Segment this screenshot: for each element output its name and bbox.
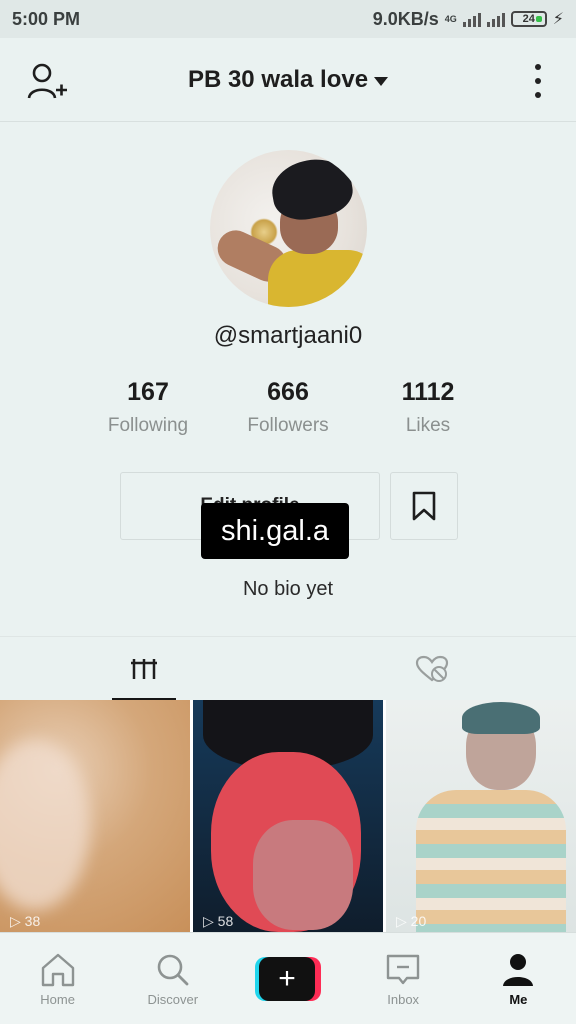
nav-inbox[interactable]: Inbox xyxy=(346,933,461,1024)
nav-home[interactable]: Home xyxy=(0,933,115,1024)
charging-icon: ⚡ xyxy=(552,11,564,28)
profile-stats: 167 Following 666 Followers 1112 Likes xyxy=(78,378,498,440)
bio-text: No bio yet xyxy=(242,578,334,600)
home-icon xyxy=(41,953,74,986)
content-tabs xyxy=(0,636,576,701)
status-bar: 5:00 PM 9.0KB/s 4G 24 ⚡ xyxy=(0,0,576,38)
grid-icon xyxy=(131,659,157,679)
stat-value: 666 xyxy=(267,378,309,406)
more-options-icon[interactable] xyxy=(530,64,546,98)
stat-label: Following xyxy=(107,415,189,436)
status-indicators: 9.0KB/s 4G 24 ⚡ xyxy=(373,9,564,30)
signal-2-icon xyxy=(486,11,505,27)
signal-icon xyxy=(462,11,481,27)
video-thumbnail[interactable]: ▷ 38 xyxy=(0,700,190,932)
status-time: 5:00 PM xyxy=(12,8,81,29)
bottom-nav: Home Discover + Inbox Me xyxy=(0,932,576,1024)
play-icon: ▷ 58 xyxy=(203,913,234,929)
hidden-heart-icon xyxy=(415,655,449,682)
nav-create[interactable]: + xyxy=(230,933,345,1024)
play-icon: ▷ 38 xyxy=(10,913,41,929)
video-views: 58 xyxy=(217,913,234,929)
tab-videos[interactable] xyxy=(0,637,288,701)
battery-icon: 24 xyxy=(510,11,547,27)
search-icon xyxy=(157,954,189,985)
profile-header: PB 30 wala love xyxy=(0,38,576,122)
nav-me[interactable]: Me xyxy=(461,933,576,1024)
nav-label: Home xyxy=(40,991,75,1007)
account-switcher[interactable]: PB 30 wala love xyxy=(187,65,389,94)
chevron-down-icon xyxy=(374,76,389,86)
stat-followers[interactable]: 666 Followers xyxy=(218,378,358,440)
username: @smartjaani0 xyxy=(213,322,363,349)
nav-label: Discover xyxy=(147,991,199,1007)
favorites-button[interactable] xyxy=(390,472,458,540)
network-type: 4G xyxy=(444,14,457,24)
stat-label: Likes xyxy=(405,415,451,436)
network-speed: 9.0KB/s xyxy=(372,8,439,29)
bookmark-icon xyxy=(412,491,436,521)
plus-icon: + xyxy=(254,957,321,1001)
video-grid: ▷ 38 ▷ 58 ▷ 20 xyxy=(0,700,576,932)
profile-icon xyxy=(503,953,534,986)
play-icon: ▷ 20 xyxy=(396,913,427,929)
overlay-caption: shi.gal.a xyxy=(201,503,349,559)
stat-likes: 1112 Likes xyxy=(358,378,498,440)
video-thumbnail[interactable]: ▷ 58 xyxy=(193,700,383,932)
add-user-icon[interactable] xyxy=(26,62,68,102)
page-title: PB 30 wala love xyxy=(187,65,369,93)
nav-label: Me xyxy=(509,991,528,1007)
inbox-icon xyxy=(386,954,420,984)
stat-value: 1112 xyxy=(401,378,455,406)
nav-label: Inbox xyxy=(387,991,420,1007)
tab-liked[interactable] xyxy=(288,637,576,701)
video-views: 38 xyxy=(24,913,41,929)
stat-following[interactable]: 167 Following xyxy=(78,378,218,440)
avatar[interactable] xyxy=(210,150,367,307)
stat-value: 167 xyxy=(127,378,169,406)
video-thumbnail[interactable]: ▷ 20 xyxy=(386,700,576,932)
stat-label: Followers xyxy=(247,415,329,436)
battery-level: 24 xyxy=(522,13,535,25)
nav-discover[interactable]: Discover xyxy=(115,933,230,1024)
video-views: 20 xyxy=(410,913,427,929)
